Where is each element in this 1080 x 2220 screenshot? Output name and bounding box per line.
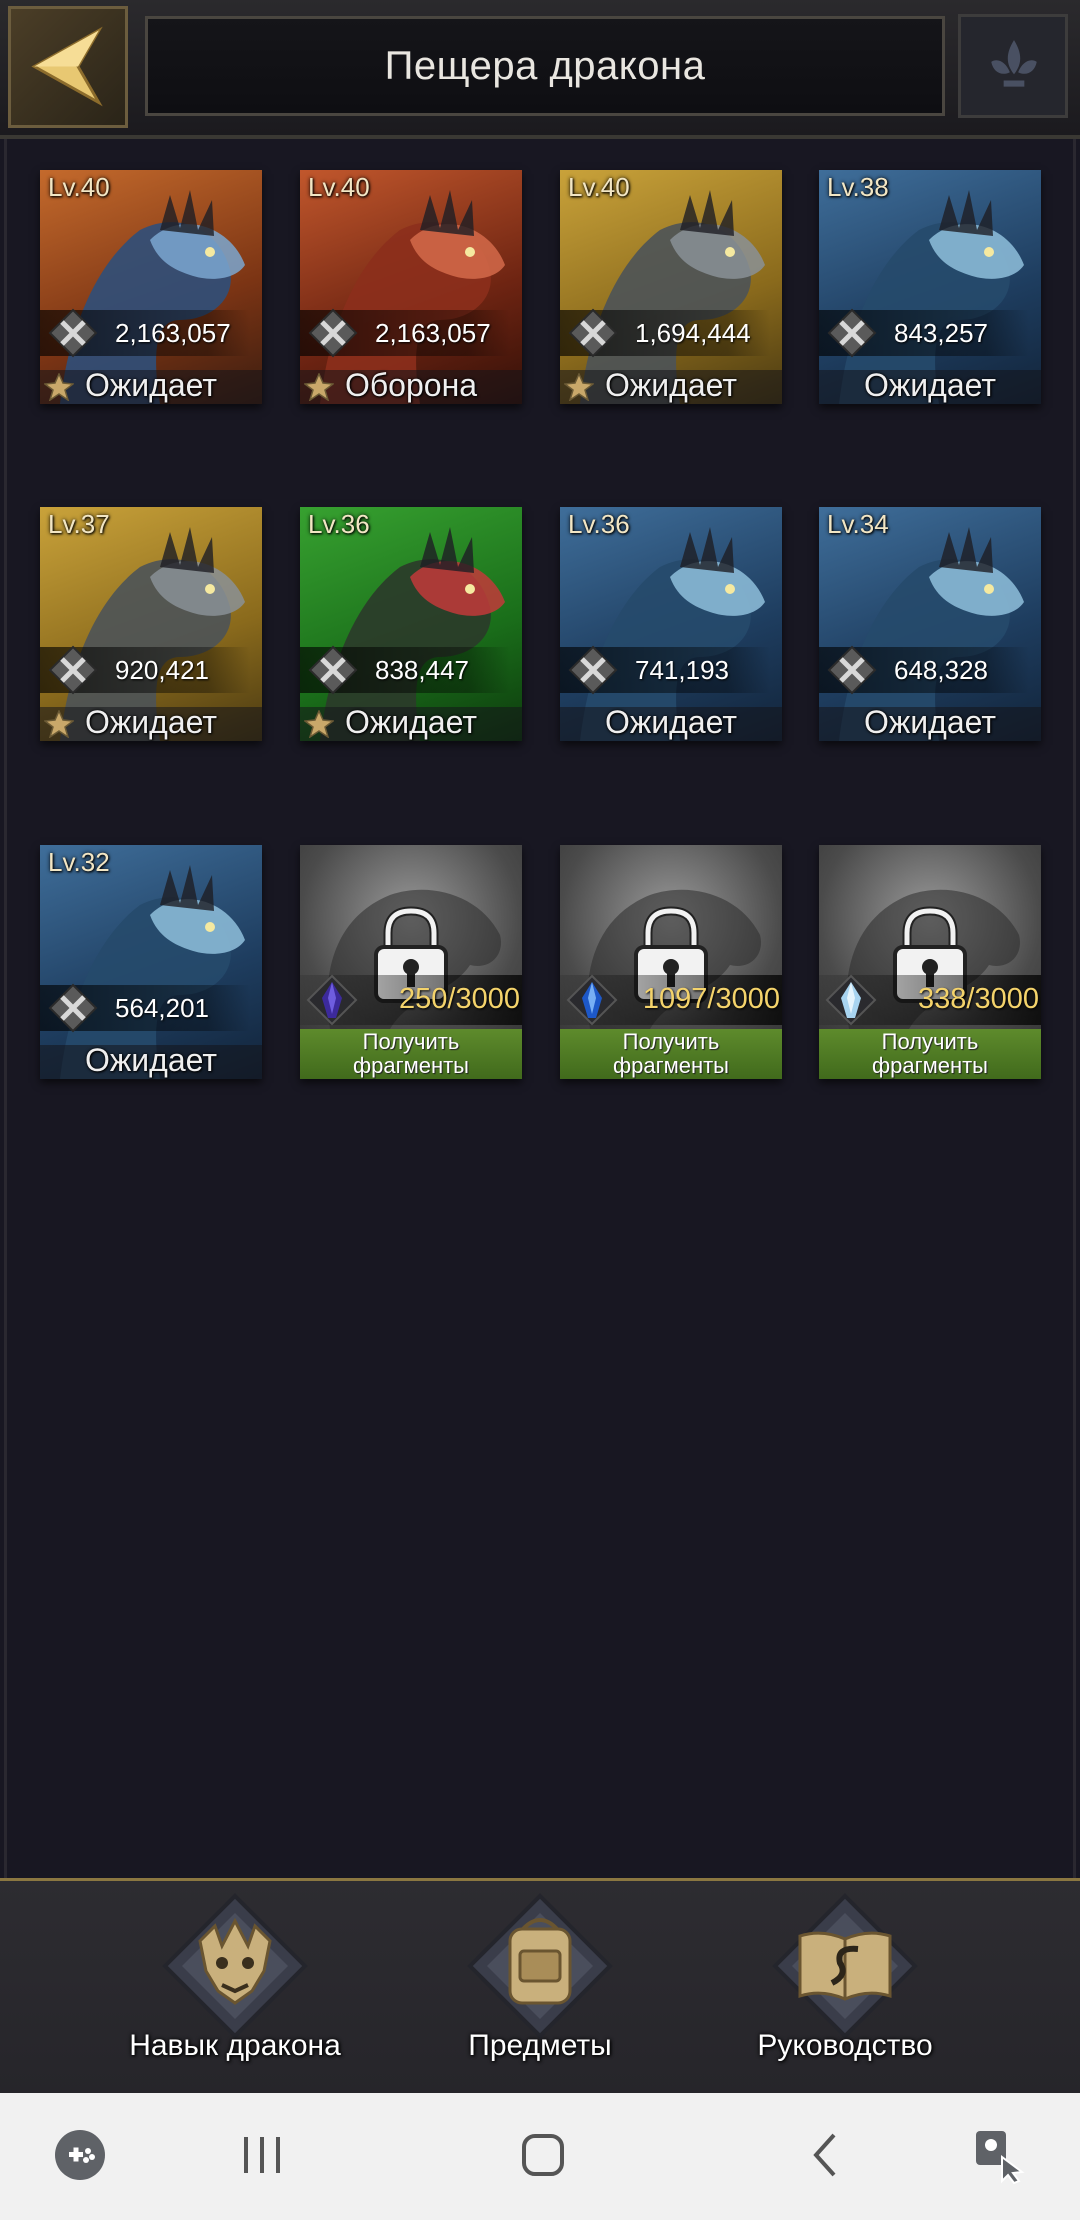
dragon-level: Lv.34 [827,509,889,539]
dragon-card[interactable]: Lv.36 741,193 Ожидает [560,507,782,741]
fragment-count: 250/3000 [399,983,520,1015]
dragon-power: 741,193 [635,655,729,685]
power-icon [827,308,877,358]
dragon-level: Lv.36 [568,509,630,539]
dragon-level: Lv.32 [48,847,110,877]
power-icon [308,308,358,358]
frame-left [4,139,7,1879]
dragon-status: Ожидает [84,704,218,740]
power-icon [48,308,98,358]
dragon-status: Ожидает [604,367,738,403]
fragment-count: 338/3000 [918,983,1039,1015]
fleur-icon [991,40,1037,87]
dragon-status: Ожидает [84,367,218,403]
back-icon[interactable] [806,2127,846,2183]
nav-label: Навык дракона [129,2029,341,2062]
dragon-status: Оборона [344,367,478,403]
white-crystal-icon [825,974,877,1026]
recent-apps-icon[interactable] [240,2127,284,2183]
nav-guide[interactable]: Руководство [695,1881,995,2096]
header: Пещера дракона [0,0,1080,139]
nav-dragon-skill[interactable]: Навык дракона [85,1881,385,2096]
dragon-power: 2,163,057 [375,318,491,348]
dragon-card[interactable]: Lv.38 843,257 Ожидает [819,170,1041,404]
power-icon [48,645,98,695]
dragon-card[interactable]: Lv.40 2,163,057 Ожидает [40,170,262,404]
bottom-nav: Навык дракона Предметы Руководство [0,1878,1080,2096]
power-icon [308,645,358,695]
assistant-icon[interactable] [972,2127,1032,2187]
power-icon [568,645,618,695]
dragon-status: Ожидает [604,704,738,740]
purple-crystal-icon [306,974,358,1026]
dragon-card[interactable]: Lv.40 1,694,444 Ожидает [560,170,782,404]
dragon-level: Lv.40 [48,172,110,202]
dragon-power: 843,257 [894,318,988,348]
get-fragments-button[interactable]: Получить фрагменты [300,1029,522,1079]
dragon-power: 920,421 [115,655,209,685]
dragon-level: Lv.37 [48,509,110,539]
locked-dragon-card[interactable]: 250/3000 Получить фрагменты [300,845,522,1079]
power-icon [568,308,618,358]
dragon-status: Ожидает [344,704,478,740]
backpack-icon [467,1893,613,2039]
nav-label: Руководство [757,2029,933,2062]
dragon-level: Lv.40 [308,172,370,202]
nav-label: Предметы [468,2029,612,2062]
dragon-card[interactable]: Lv.40 2,163,057 Оборона [300,170,522,404]
page-title: Пещера дракона [145,16,945,116]
dragon-power: 838,447 [375,655,469,685]
dragon-status: Ожидает [84,1042,218,1078]
dragon-card[interactable]: Lv.34 648,328 Ожидает [819,507,1041,741]
dragon-skill-icon [162,1893,308,2039]
home-icon[interactable] [518,2127,568,2183]
emblem-button[interactable] [958,14,1068,118]
fragment-count: 1097/3000 [642,983,780,1015]
nav-items[interactable]: Предметы [390,1881,690,2096]
game-tools-icon[interactable] [52,2127,108,2183]
dragon-power: 648,328 [894,655,988,685]
dragon-card[interactable]: Lv.37 920,421 Ожидает [40,507,262,741]
dragon-card[interactable]: Lv.36 838,447 Ожидает [300,507,522,741]
get-fragments-button[interactable]: Получить фрагменты [560,1029,782,1079]
back-arrow-icon [31,26,103,107]
frame-right [1073,139,1076,1879]
power-icon [48,983,98,1033]
blue-crystal-icon [566,974,618,1026]
dragon-level: Lv.38 [827,172,889,202]
guide-book-icon [772,1893,918,2039]
dragon-power: 1,694,444 [635,318,751,348]
power-icon [827,645,877,695]
dragon-status: Ожидает [863,367,997,403]
android-nav-bar [0,2093,1080,2220]
locked-dragon-card[interactable]: 338/3000 Получить фрагменты [819,845,1041,1079]
dragon-level: Lv.36 [308,509,370,539]
dragon-grid: Lv.40 2,163,057 Ожидает Lv.40 2,163,057 Обор… [0,139,1080,1879]
dragon-level: Lv.40 [568,172,630,202]
back-button[interactable] [8,6,128,128]
dragon-power: 564,201 [115,993,209,1023]
dragon-power: 2,163,057 [115,318,231,348]
dragon-card[interactable]: Lv.32 564,201 Ожидает [40,845,262,1079]
locked-dragon-card[interactable]: 1097/3000 Получить фрагменты [560,845,782,1079]
get-fragments-button[interactable]: Получить фрагменты [819,1029,1041,1079]
dragon-status: Ожидает [863,704,997,740]
